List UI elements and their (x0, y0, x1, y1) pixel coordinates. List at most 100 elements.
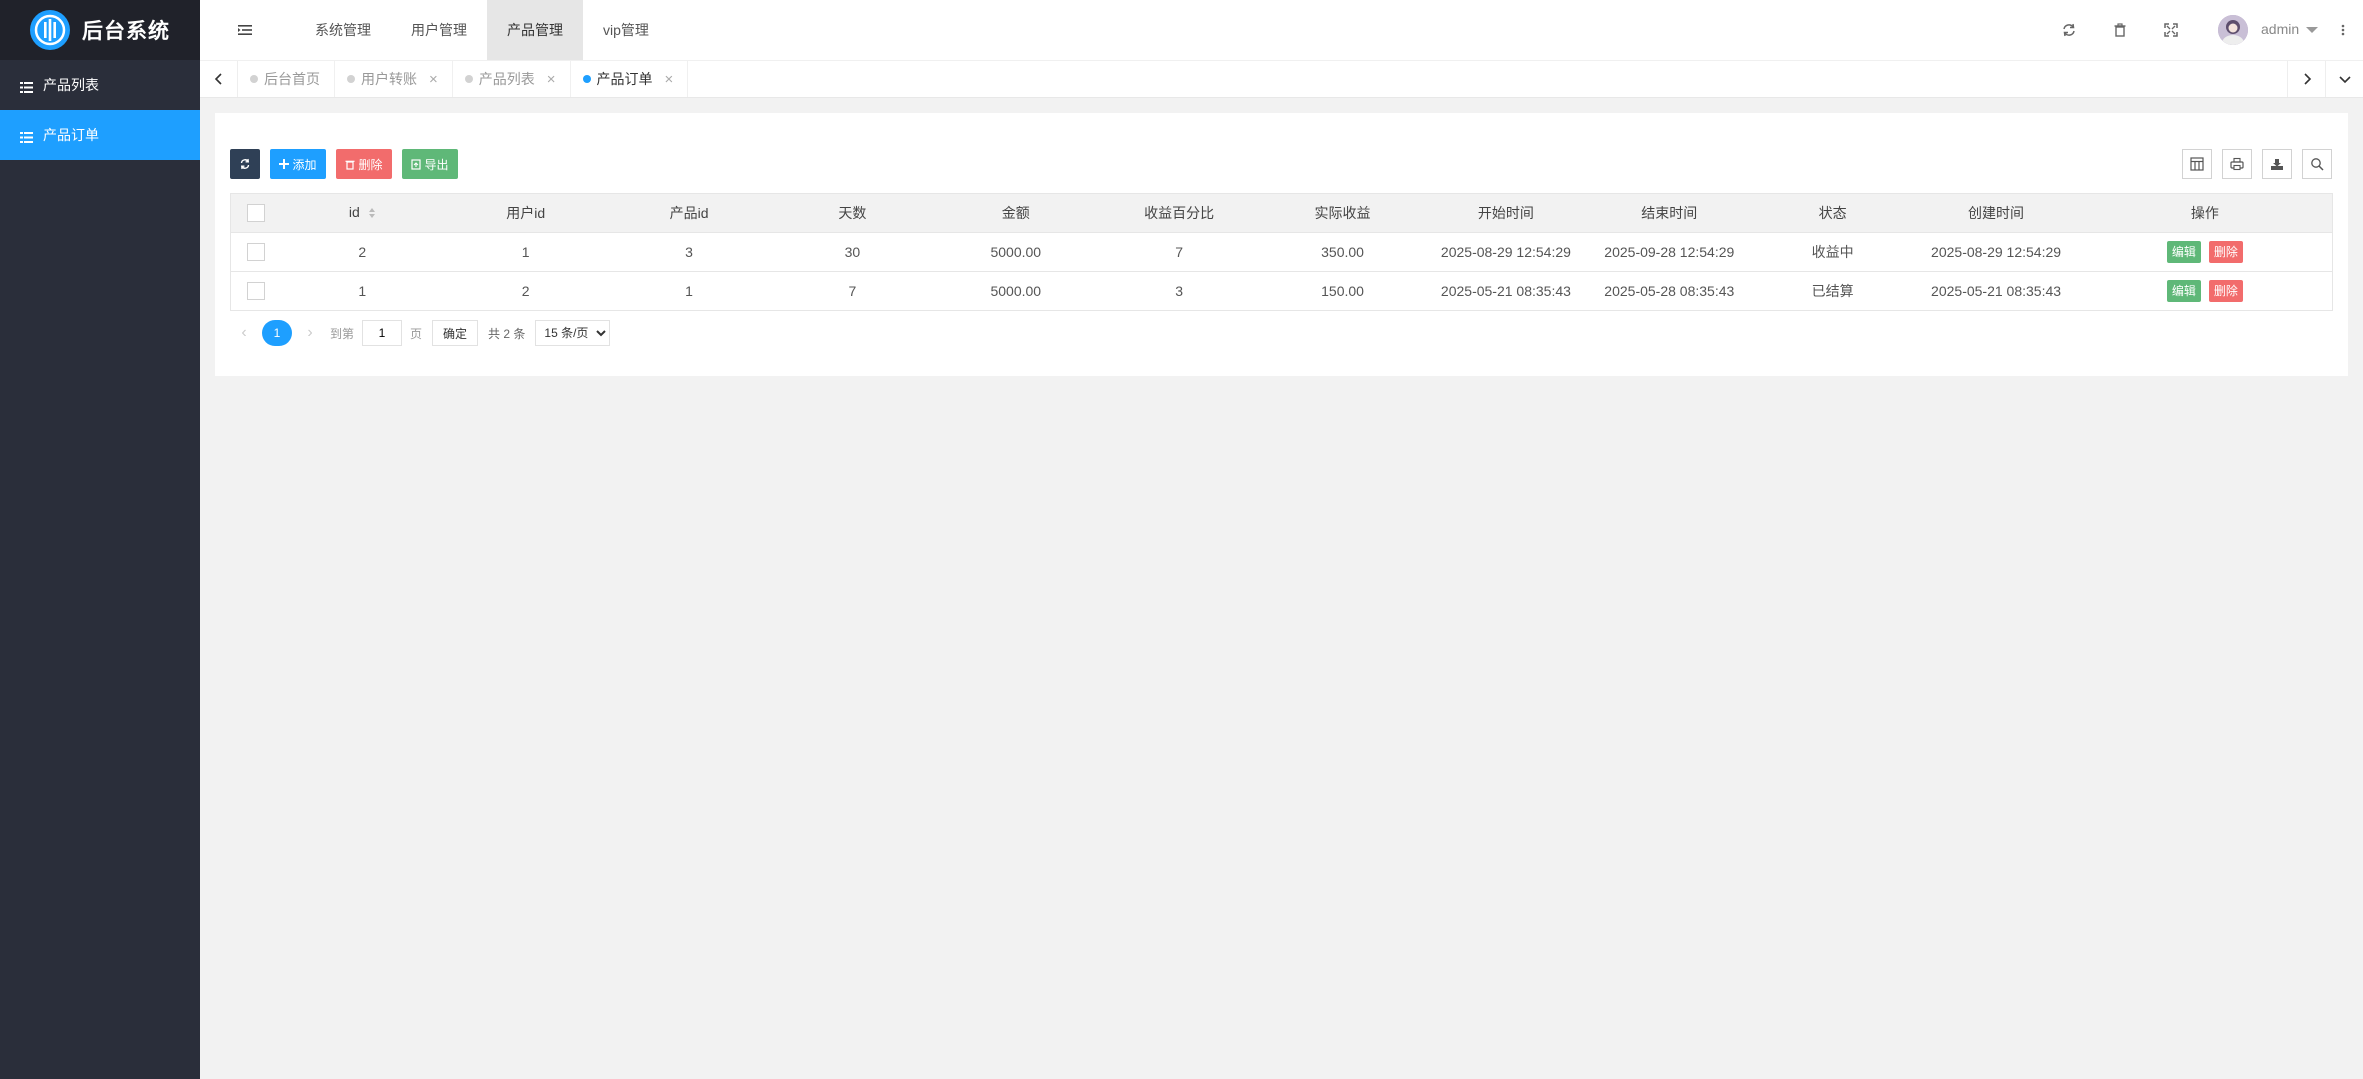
nav-product-management[interactable]: 产品管理 (487, 0, 583, 60)
column-header-id[interactable]: id (280, 193, 444, 233)
tab-dot (464, 75, 473, 83)
row-select-cell (230, 271, 281, 311)
nav-system-management[interactable]: 系统管理 (295, 0, 391, 60)
tab-label: 产品订单 (596, 71, 653, 87)
table-row: 1 2 1 7 5000.00 3 150.00 2025-05-21 08:3… (230, 271, 2333, 311)
print-button[interactable] (2222, 149, 2252, 179)
sort-icon[interactable] (368, 206, 376, 222)
sidebar-item-product-list[interactable]: 产品列表 (0, 60, 200, 110)
refresh-button[interactable] (230, 149, 260, 179)
tab-bar: 后台首页 用户转账 × 产品列表 × 产品订单 × (200, 61, 2363, 98)
print-icon (2230, 157, 2244, 171)
list-icon (20, 80, 33, 93)
tab-user-transfer[interactable]: 用户转账 × (335, 61, 453, 97)
export-button[interactable]: 导出 (402, 149, 458, 179)
cell-days: 30 (770, 232, 935, 272)
page-number-input[interactable] (362, 320, 403, 346)
add-button[interactable]: 添加 (270, 149, 326, 179)
logo-icon (30, 10, 70, 50)
cell-id: 2 (280, 232, 444, 272)
menu-toggle-icon[interactable] (237, 22, 253, 38)
column-header-actions: 操作 (2077, 193, 2333, 233)
sidebar: 后台系统 产品列表 产品订单 (0, 0, 200, 1079)
row-checkbox[interactable] (246, 282, 265, 301)
cell-created-time: 2025-05-21 08:35:43 (1914, 271, 2078, 311)
tab-menu-chevron-down-icon[interactable] (2325, 61, 2363, 97)
top-header: 系统管理 用户管理 产品管理 vip管理 admin (200, 0, 2363, 61)
top-nav: 系统管理 用户管理 产品管理 vip管理 (295, 0, 669, 60)
columns-button[interactable] (2182, 149, 2212, 179)
column-header-created-time: 创建时间 (1914, 193, 2078, 233)
column-label: id (348, 204, 360, 221)
cell-days: 7 (770, 271, 935, 311)
export-table-button[interactable] (2262, 149, 2292, 179)
tab-scroll-right-icon[interactable] (2287, 61, 2325, 97)
delete-label: 删除 (358, 157, 383, 172)
column-header-user-id: 用户id (443, 193, 608, 233)
total-count: 共 2 条 (488, 326, 526, 341)
cell-actions: 编辑 删除 (2077, 232, 2333, 272)
cell-end-time: 2025-09-28 12:54:29 (1587, 232, 1751, 272)
nav-vip-management[interactable]: vip管理 (583, 0, 669, 60)
close-icon[interactable]: × (665, 71, 674, 88)
cell-rate: 7 (1097, 232, 1261, 272)
trash-icon[interactable] (2111, 21, 2129, 39)
sidebar-item-label: 产品列表 (43, 77, 99, 93)
tab-home[interactable]: 后台首页 (238, 61, 335, 97)
tabs: 后台首页 用户转账 × 产品列表 × 产品订单 × (238, 61, 689, 97)
page-unit-label: 页 (410, 326, 423, 341)
cell-product-id: 1 (607, 271, 771, 311)
cell-product-id: 3 (607, 232, 771, 272)
export-icon (411, 158, 422, 170)
cell-income: 150.00 (1260, 271, 1425, 311)
cell-user-id: 1 (443, 232, 608, 272)
select-all-cell (230, 193, 281, 233)
next-page-icon[interactable]: › (296, 319, 324, 347)
search-icon (2311, 158, 2324, 171)
trash-icon (345, 160, 355, 170)
current-page[interactable]: 1 (262, 320, 292, 346)
refresh-icon (240, 158, 250, 170)
chevron-down-icon[interactable] (2306, 27, 2318, 33)
search-button[interactable] (2302, 149, 2332, 179)
tab-product-orders[interactable]: 产品订单 × (571, 61, 689, 97)
row-delete-button[interactable]: 删除 (2208, 241, 2243, 263)
plus-icon (279, 159, 290, 169)
tab-dot (250, 75, 258, 83)
fullscreen-icon[interactable] (2162, 21, 2180, 39)
tab-scroll-left-icon[interactable] (200, 61, 238, 97)
tab-label: 用户转账 (361, 71, 417, 87)
column-header-income: 实际收益 (1260, 193, 1425, 233)
cell-income: 350.00 (1260, 232, 1425, 272)
confirm-button[interactable]: 确定 (432, 320, 479, 346)
prev-page-icon[interactable]: ‹ (230, 319, 258, 347)
refresh-icon[interactable] (2060, 21, 2078, 39)
logo: 后台系统 (0, 0, 200, 60)
cell-created-time: 2025-08-29 12:54:29 (1914, 232, 2078, 272)
user-name[interactable]: admin (2261, 21, 2299, 37)
cell-amount: 5000.00 (934, 232, 1098, 272)
tab-product-list[interactable]: 产品列表 × (453, 61, 571, 97)
cell-rate: 3 (1097, 271, 1261, 311)
row-delete-button[interactable]: 删除 (2208, 280, 2243, 302)
edit-button[interactable]: 编辑 (2166, 241, 2201, 263)
orders-table: id 用户id 产品id 天数 金额 收益百分比 实际收益 开始时间 结束时间 … (230, 193, 2333, 311)
column-header-start-time: 开始时间 (1424, 193, 1588, 233)
cell-start-time: 2025-08-29 12:54:29 (1424, 232, 1588, 272)
nav-user-management[interactable]: 用户管理 (391, 0, 487, 60)
select-all-checkbox[interactable] (246, 204, 265, 223)
close-icon[interactable]: × (547, 71, 556, 88)
page-size-select[interactable]: 15 条/页 (535, 320, 611, 346)
close-icon[interactable]: × (429, 71, 438, 88)
sidebar-item-product-orders[interactable]: 产品订单 (0, 110, 200, 160)
more-vertical-icon[interactable] (2340, 21, 2346, 39)
row-select-cell (230, 232, 281, 272)
pagination: ‹ 1 › 到第 页 确定 共 2 条 15 条/页 (230, 319, 611, 347)
row-checkbox[interactable] (246, 243, 265, 262)
cell-status: 收益中 (1750, 232, 1915, 272)
avatar[interactable] (2218, 15, 2248, 45)
edit-button[interactable]: 编辑 (2166, 280, 2201, 302)
delete-button[interactable]: 删除 (336, 149, 392, 179)
column-header-end-time: 结束时间 (1587, 193, 1751, 233)
table-row: 2 1 3 30 5000.00 7 350.00 2025-08-29 12:… (230, 232, 2333, 272)
